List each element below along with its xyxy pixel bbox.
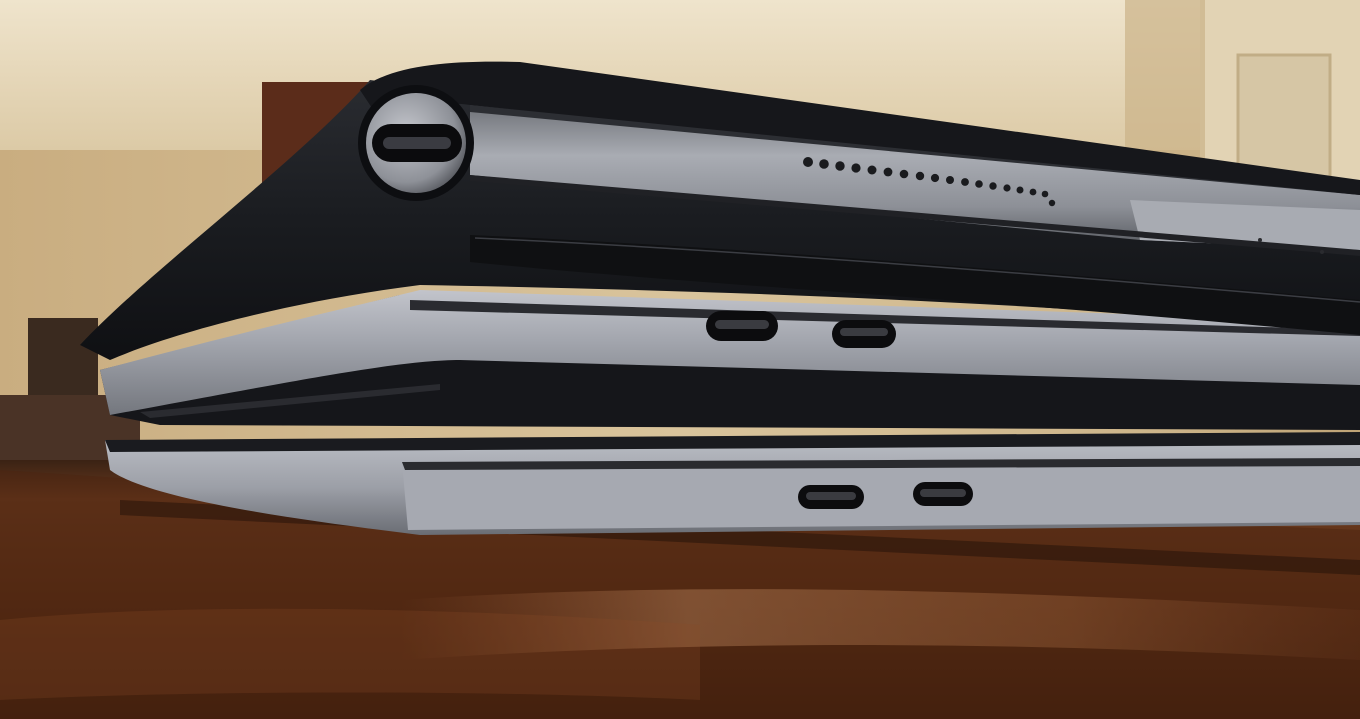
usb-c-port-pin-icon — [920, 489, 966, 497]
tablet-microphone-icon — [1258, 238, 1262, 242]
usb-c-port-pin-icon — [383, 137, 451, 149]
usb-c-port-pin-icon — [715, 320, 769, 329]
background-shelf — [28, 318, 98, 398]
usb-c-port-pin-icon — [840, 328, 888, 336]
photo-svg — [0, 0, 1360, 719]
usb-c-port-pin-icon — [806, 492, 856, 500]
photo-scene — [0, 0, 1360, 719]
tablet-microphone-icon — [1320, 250, 1324, 254]
table-grain — [0, 608, 700, 700]
